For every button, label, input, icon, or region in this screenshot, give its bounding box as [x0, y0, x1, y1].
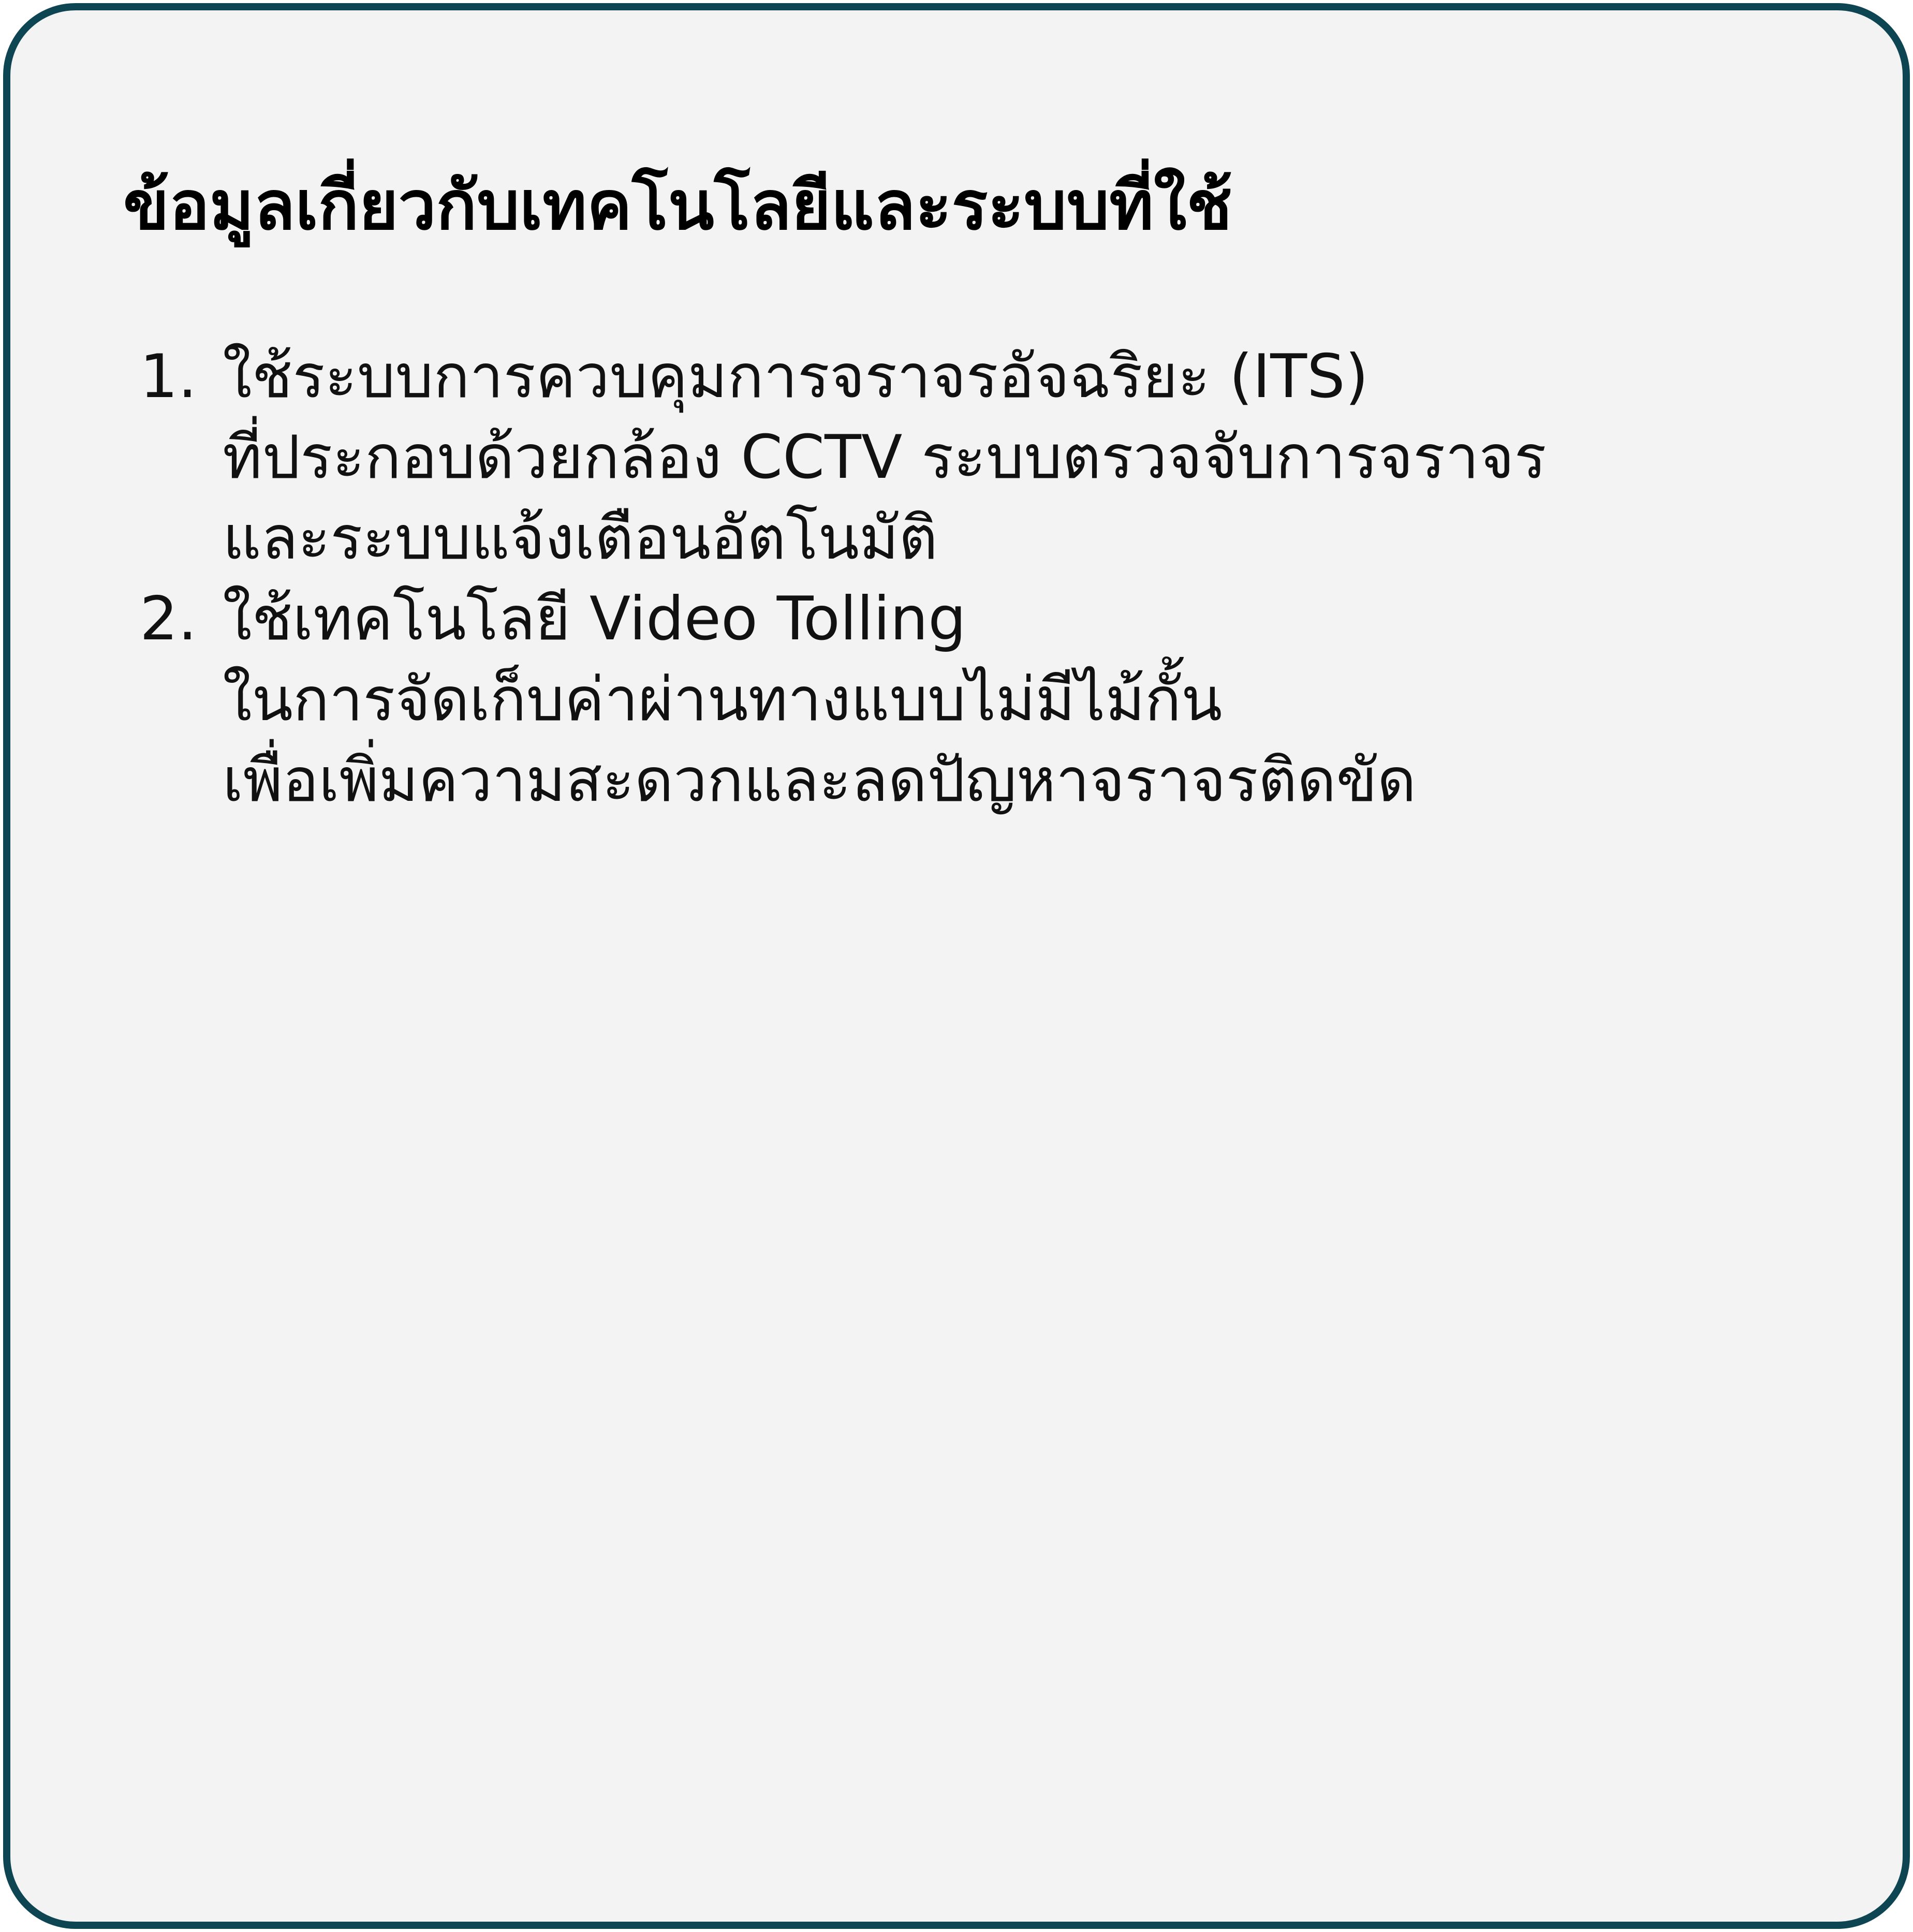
list-item-line: ใช้ระบบการควบคุมการจราจรอัจฉริยะ (ITS) [223, 342, 1369, 412]
list-item-line: เพื่อเพิ่มความสะดวกและลดปัญหาจราจรติดขัด [223, 745, 1417, 815]
info-card: ข้อมูลเกี่ยวกับเทคโนโลยีและระบบที่ใช้ 1.… [3, 3, 1910, 1929]
card-title: ข้อมูลเกี่ยวกับเทคโนโลยีและระบบที่ใช้ [123, 166, 1232, 245]
tech-list: 1. ใช้ระบบการควบคุมการจราจรอัจฉริยะ (ITS… [140, 336, 1547, 821]
list-item-line: และระบบแจ้งเตือนอัตโนมัติ [223, 503, 938, 573]
list-item-line: ใช้เทคโนโลยี Video Tolling [223, 584, 966, 654]
list-item-line: ในการจัดเก็บค่าผ่านทางแบบไม่มีไม้กั้น [223, 665, 1223, 735]
list-item-line: ที่ประกอบด้วยกล้อง CCTV ระบบตรวจจับการจร… [223, 422, 1547, 492]
list-item: 2. ใช้เทคโนโลยี Video Tolling ในการจัดเก… [140, 579, 1547, 821]
list-item-number: 1. [140, 342, 197, 412]
list-item-number: 2. [140, 584, 197, 654]
list-item: 1. ใช้ระบบการควบคุมการจราจรอัจฉริยะ (ITS… [140, 336, 1547, 579]
